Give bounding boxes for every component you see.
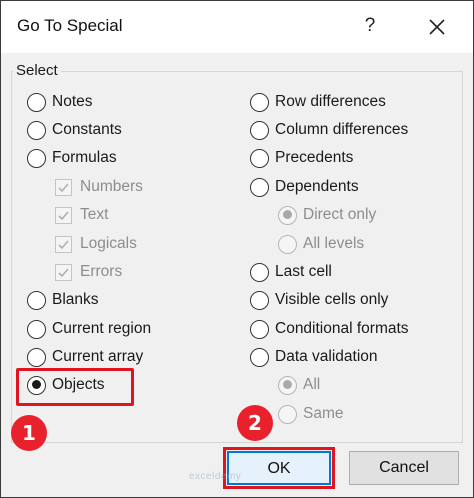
option-label: Logicals — [80, 235, 137, 252]
option-current-array[interactable]: Current array — [27, 345, 143, 369]
checkbox-text[interactable]: Text — [55, 203, 108, 227]
option-all-levels[interactable]: All levels — [278, 232, 364, 256]
checkbox[interactable] — [55, 206, 72, 224]
option-label: Row differences — [275, 93, 386, 110]
radio-column-differences[interactable] — [250, 120, 269, 140]
option-label: Data validation — [275, 348, 378, 365]
radio-all-levels[interactable] — [278, 234, 297, 254]
checkbox-numbers[interactable]: Numbers — [55, 175, 143, 199]
checkbox-errors[interactable]: Errors — [55, 260, 122, 284]
option-label: Precedents — [275, 149, 354, 166]
option-data-validation[interactable]: Data validation — [250, 345, 378, 369]
option-precedents[interactable]: Precedents — [250, 146, 353, 170]
option-label: Numbers — [80, 178, 143, 195]
option-label: Same — [303, 405, 344, 422]
radio-formulas[interactable] — [27, 148, 46, 168]
option-current-region[interactable]: Current region — [27, 317, 151, 341]
option-formulas[interactable]: Formulas — [27, 146, 117, 170]
radio-row-differences[interactable] — [250, 92, 269, 112]
step-badge-1: 1 — [11, 415, 47, 451]
option-constants[interactable]: Constants — [27, 118, 122, 142]
option-label: Last cell — [275, 263, 332, 280]
option-label: Errors — [80, 263, 123, 280]
option-label: Conditional formats — [275, 320, 409, 337]
option-last-cell[interactable]: Last cell — [250, 260, 332, 284]
option-conditional-formats[interactable]: Conditional formats — [250, 317, 409, 341]
radio-visible-cells-only[interactable] — [250, 290, 269, 310]
radio-notes[interactable] — [27, 92, 46, 112]
checkmark-icon — [58, 182, 69, 192]
dialog-title: Go To Special — [17, 16, 123, 35]
title-bar: Go To Special ? — [1, 1, 473, 53]
radio-blanks[interactable] — [27, 290, 46, 310]
option-direct-only[interactable]: Direct only — [278, 203, 376, 227]
option-label: Column differences — [275, 121, 409, 138]
option-label: Blanks — [52, 291, 99, 308]
ok-highlight-box — [223, 447, 335, 489]
option-label: Constants — [52, 121, 122, 138]
cancel-button[interactable]: Cancel — [349, 451, 459, 485]
radio-precedents[interactable] — [250, 148, 269, 168]
option-label: Text — [80, 206, 109, 223]
radio-current-region[interactable] — [27, 319, 46, 339]
checkmark-icon — [58, 267, 69, 277]
option-label: Dependents — [275, 178, 359, 195]
option-label: Notes — [52, 93, 93, 110]
option-column-differences[interactable]: Column differences — [250, 118, 408, 142]
radio-validation-same[interactable] — [278, 404, 297, 424]
close-button[interactable] — [421, 11, 453, 43]
option-label: Current region — [52, 320, 152, 337]
radio-constants[interactable] — [27, 120, 46, 140]
radio-selected-dot — [282, 380, 292, 389]
radio-direct-only[interactable] — [278, 205, 297, 225]
option-label: All levels — [303, 235, 365, 252]
watermark: exceldemy — [189, 471, 242, 482]
go-to-special-dialog: Go To Special ? Select Notes Constants F… — [0, 0, 474, 498]
radio-validation-all[interactable] — [278, 375, 297, 395]
radio-conditional-formats[interactable] — [250, 319, 269, 339]
checkbox[interactable] — [55, 235, 72, 253]
option-visible-cells-only[interactable]: Visible cells only — [250, 288, 388, 312]
option-label: Current array — [52, 348, 144, 365]
option-row-differences[interactable]: Row differences — [250, 90, 386, 114]
close-icon — [429, 19, 445, 35]
option-notes[interactable]: Notes — [27, 90, 93, 114]
radio-last-cell[interactable] — [250, 262, 269, 282]
radio-data-validation[interactable] — [250, 347, 269, 367]
checkmark-icon — [58, 239, 69, 249]
option-validation-same[interactable]: Same — [278, 402, 344, 426]
radio-dependents[interactable] — [250, 177, 269, 197]
option-label: Formulas — [52, 149, 117, 166]
radio-current-array[interactable] — [27, 347, 46, 367]
checkbox[interactable] — [55, 263, 72, 281]
option-label: Direct only — [303, 206, 377, 223]
option-label: All — [303, 376, 321, 393]
option-label: Visible cells only — [275, 291, 389, 308]
select-group-label: Select — [13, 62, 61, 79]
help-button[interactable]: ? — [357, 11, 383, 41]
checkbox[interactable] — [55, 178, 72, 196]
objects-highlight-box — [16, 368, 134, 406]
option-dependents[interactable]: Dependents — [250, 175, 359, 199]
radio-selected-dot — [282, 210, 292, 219]
step-badge-2: 2 — [237, 405, 273, 441]
option-validation-all[interactable]: All — [278, 373, 320, 397]
option-blanks[interactable]: Blanks — [27, 288, 99, 312]
checkbox-logicals[interactable]: Logicals — [55, 232, 137, 256]
checkmark-icon — [58, 210, 69, 220]
